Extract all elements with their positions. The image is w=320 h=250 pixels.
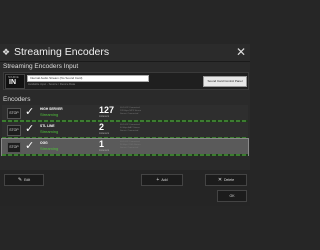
encoder-status: Streaming <box>40 146 59 151</box>
input-source-subtext: Available input - Source / Device Data <box>28 82 76 86</box>
delete-button-label: Delete <box>224 178 235 182</box>
window-title: Streaming Encoders <box>14 46 110 58</box>
encoder-details: 00:14:32 Connected 64 kbps AAC Stereo Se… <box>120 124 140 132</box>
listener-count: 1 <box>99 139 105 149</box>
encoder-details: 00:14:32 Connected 96 kbps OGG Stereo Se… <box>120 141 140 149</box>
close-icon[interactable]: ✕ <box>235 46 247 58</box>
sound-card-control-panel-button[interactable]: Sound Card Control Panel <box>203 76 247 87</box>
edit-button[interactable]: ✎ Edit <box>4 174 44 186</box>
listener-count: 2 <box>99 122 105 132</box>
check-icon: ✓ <box>25 106 35 118</box>
delete-button[interactable]: ✕ Delete <box>205 174 247 186</box>
add-button[interactable]: + Add <box>141 174 183 186</box>
check-icon: ✓ <box>25 123 35 135</box>
encoder-detail-line: Server: Connected <box>120 146 139 149</box>
add-icon: + <box>156 177 160 183</box>
encoder-level-bar <box>2 154 248 156</box>
check-icon: ✓ <box>25 140 35 152</box>
in-label: IN <box>9 79 16 86</box>
encoders-section-label: Encoders <box>3 96 31 103</box>
input-source-select[interactable]: Internal Audio Stream (No Sound Card) <box>27 75 149 82</box>
title-bar: ❖ Streaming Encoders ✕ <box>0 44 250 62</box>
encoder-row[interactable]: STOP ✓ STL LINE Streaming 2 Listeners 00… <box>2 122 248 139</box>
encoder-row[interactable]: STOP ✓ HIGH SERVER Streaming 127 Listene… <box>2 105 248 122</box>
edit-button-label: Edit <box>24 178 31 182</box>
encoder-detail-line: Server: Connected <box>120 129 139 132</box>
bottom-button-bar: ✎ Edit + Add ✕ Delete OK <box>0 170 250 206</box>
app-icon: ❖ <box>2 47 11 57</box>
delete-icon: ✕ <box>217 177 223 183</box>
input-panel: SOURCE IN Internal Audio Stream (No Soun… <box>3 72 249 90</box>
encoder-name: HIGH SERVER <box>40 107 63 111</box>
listeners-label: Listeners <box>99 132 110 135</box>
ok-button[interactable]: OK <box>217 190 247 202</box>
in-indicator: SOURCE IN <box>5 74 25 89</box>
listeners-label: Listeners <box>99 115 110 118</box>
listener-count: 127 <box>99 105 115 115</box>
stop-button[interactable]: STOP <box>7 108 21 119</box>
encoder-status: Streaming <box>40 112 59 117</box>
encoder-details: 00:14:32 Connected 128 kbps MP3 Stereo S… <box>120 107 141 115</box>
encoder-status: Streaming <box>40 129 59 134</box>
stop-button[interactable]: STOP <box>7 142 21 153</box>
listeners-label: Listeners <box>99 149 110 152</box>
edit-icon: ✎ <box>17 177 23 183</box>
input-section-label: Streaming Encoders Input <box>3 63 79 70</box>
add-button-label: Add <box>161 178 168 182</box>
encoder-name: OGG <box>40 141 48 145</box>
encoder-row-selected[interactable]: STOP ✓ OGG Streaming 1 Listeners 00:14:3… <box>1 138 249 156</box>
encoder-name: STL LINE <box>40 124 55 128</box>
encoder-detail-line: Server: Connected <box>120 112 139 115</box>
stop-button[interactable]: STOP <box>7 125 21 136</box>
encoder-list: STOP ✓ HIGH SERVER Streaming 127 Listene… <box>0 105 250 156</box>
